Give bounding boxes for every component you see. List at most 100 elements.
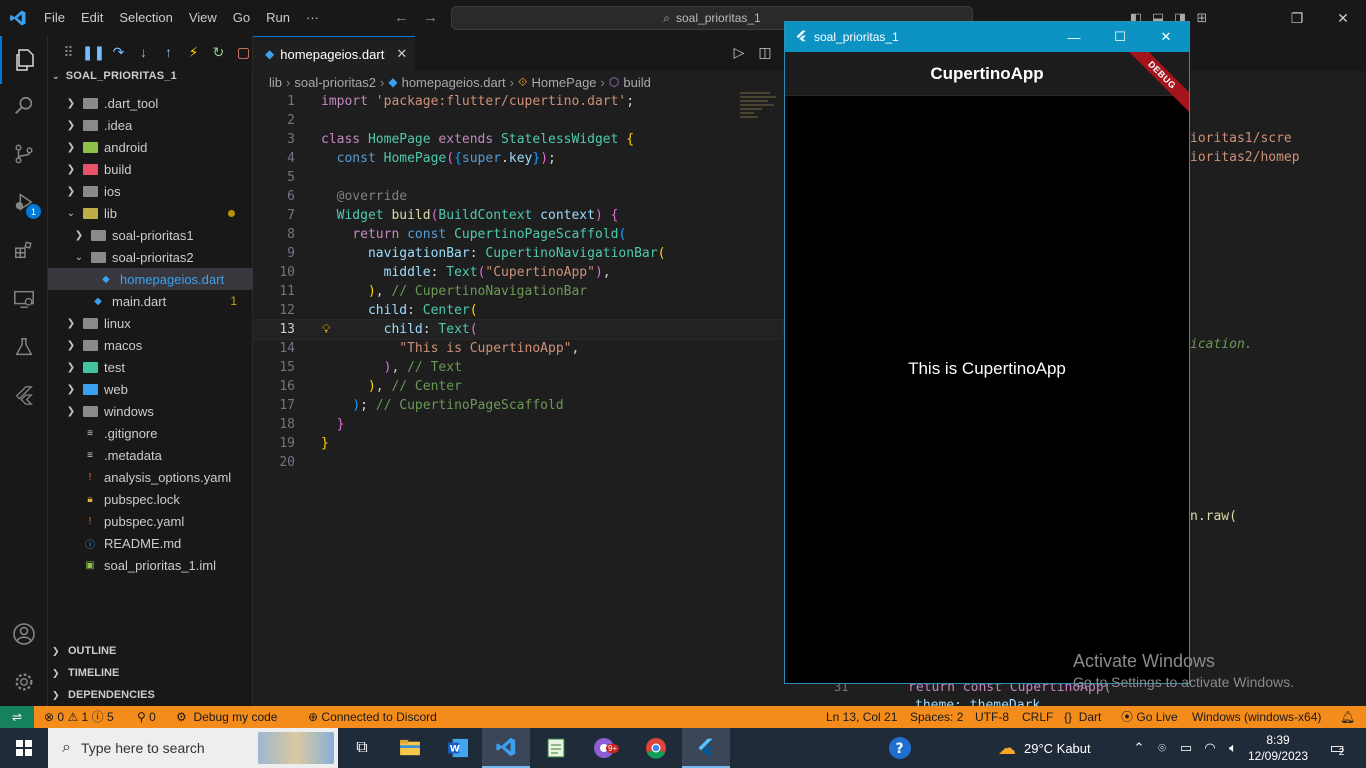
- dependencies-section[interactable]: ❯ DEPENDENCIES: [52, 684, 155, 706]
- indentation[interactable]: Spaces: 2: [910, 706, 963, 728]
- account-icon[interactable]: [0, 610, 48, 658]
- forward-arrow-icon[interactable]: →: [423, 9, 438, 26]
- drag-handle-icon[interactable]: ⠿: [56, 44, 81, 61]
- tree-item-lib[interactable]: ⌄ lib: [48, 202, 253, 224]
- start-button[interactable]: [0, 728, 48, 768]
- minimize-window-icon[interactable]: —: [1051, 30, 1097, 45]
- menu-run[interactable]: Run: [258, 0, 298, 36]
- code-line[interactable]: 3 class HomePage extends StatelessWidget …: [253, 130, 783, 149]
- tree-item-build[interactable]: ❯ build: [48, 158, 253, 180]
- taskbar-search-box[interactable]: ⌕ Type here to search: [48, 728, 338, 768]
- breadcrumb-lib[interactable]: lib: [269, 75, 282, 90]
- tree-item-analysis-options-yaml[interactable]: ! analysis_options.yaml: [48, 466, 253, 488]
- close-tab-icon[interactable]: ✕: [396, 46, 407, 62]
- battery-icon[interactable]: ▭: [1174, 740, 1198, 756]
- restart-icon[interactable]: ↻: [206, 44, 231, 61]
- tree-item-windows[interactable]: ❯ windows: [48, 400, 253, 422]
- code-line[interactable]: 6 @override: [253, 187, 783, 206]
- close-window-icon[interactable]: ✕: [1320, 10, 1366, 27]
- customize-layout-icon[interactable]: ⊞: [1191, 10, 1213, 26]
- menu-file[interactable]: File: [36, 0, 73, 36]
- weather-widget[interactable]: ☁ 29°C Kabut: [998, 728, 1091, 768]
- code-line[interactable]: 17 ); // CupertinoPageScaffold: [253, 396, 783, 415]
- tree-item-metadata[interactable]: ≡ .metadata: [48, 444, 253, 466]
- cursor-position[interactable]: Ln 13, Col 21: [826, 706, 897, 728]
- file-explorer-icon[interactable]: [386, 728, 434, 768]
- step-over-icon[interactable]: ↷: [106, 44, 131, 61]
- breadcrumb-class[interactable]: HomePage: [531, 75, 596, 90]
- flutter-icon[interactable]: [0, 371, 48, 419]
- step-out-icon[interactable]: ↑: [156, 44, 181, 60]
- go-live-button[interactable]: ⦿ Go Live: [1121, 706, 1178, 728]
- code-line[interactable]: 15 ), // Text: [253, 358, 783, 377]
- settings-gear-icon[interactable]: [0, 658, 48, 706]
- tree-item-pubspec-lock[interactable]: 🔒︎ pubspec.lock: [48, 488, 253, 510]
- breadcrumb-method[interactable]: build: [623, 75, 650, 90]
- search-icon[interactable]: [0, 82, 48, 130]
- flutter-window-titlebar[interactable]: soal_prioritas_1 — ☐ ✕: [785, 22, 1189, 52]
- tree-item-readme-md[interactable]: ⓘ README.md: [48, 532, 253, 554]
- tree-item-macos[interactable]: ❯ macos: [48, 334, 253, 356]
- split-editor-icon[interactable]: ◫: [752, 44, 778, 61]
- end-of-line[interactable]: CRLF: [1022, 706, 1053, 728]
- notepad-icon[interactable]: [532, 728, 580, 768]
- tree-item-soal-prioritas-1-iml[interactable]: ▣ soal_prioritas_1.iml: [48, 554, 253, 576]
- maximize-window-icon[interactable]: ☐: [1097, 29, 1143, 45]
- encoding[interactable]: UTF-8: [975, 706, 1009, 728]
- code-line[interactable]: 13 child: Text(💡︎: [252, 319, 784, 340]
- ports-indicator[interactable]: ⚲ 0: [137, 706, 156, 728]
- menu-edit[interactable]: Edit: [73, 0, 111, 36]
- flutter-app-taskbar-icon[interactable]: [682, 728, 730, 768]
- problems-indicator[interactable]: ⊗ 0 ⚠ 1 ⓘ 5: [44, 706, 114, 728]
- timeline-section[interactable]: ❯ TIMELINE: [52, 662, 119, 684]
- code-line[interactable]: 1 import 'package:flutter/cupertino.dart'…: [253, 92, 783, 111]
- extensions-icon[interactable]: [0, 226, 48, 274]
- tree-item-ios[interactable]: ❯ ios: [48, 180, 253, 202]
- code-line[interactable]: 12 child: Center(: [253, 301, 783, 320]
- tree-item-linux[interactable]: ❯ linux: [48, 312, 253, 334]
- tree-item-main-dart[interactable]: ◆ main.dart 1: [48, 290, 253, 312]
- testing-icon[interactable]: [0, 323, 48, 371]
- flutter-device[interactable]: Windows (windows-x64): [1192, 706, 1321, 728]
- meet-now-icon[interactable]: ⌾: [1150, 740, 1174, 756]
- tree-item-test[interactable]: ❯ test: [48, 356, 253, 378]
- tree-item-dart-tool[interactable]: ❯ .dart_tool: [48, 92, 253, 114]
- help-icon[interactable]: ?: [876, 728, 924, 768]
- run-file-icon[interactable]: ▷: [726, 44, 752, 61]
- code-line[interactable]: 18 }: [253, 415, 783, 434]
- vscode-taskbar-icon[interactable]: [482, 728, 530, 768]
- show-hidden-icons-icon[interactable]: ⌃: [1128, 740, 1150, 756]
- tab-homepageios[interactable]: ◆ homepageios.dart ✕: [253, 36, 415, 71]
- breadcrumb-file[interactable]: homepageios.dart: [402, 75, 506, 90]
- code-line[interactable]: 8 return const CupertinoPageScaffold(: [253, 225, 783, 244]
- tree-item-soal-prioritas2[interactable]: ⌄ soal-prioritas2: [48, 246, 253, 268]
- tree-item-soal-prioritas1[interactable]: ❯ soal-prioritas1: [48, 224, 253, 246]
- wifi-icon[interactable]: ◠: [1198, 740, 1222, 756]
- source-control-icon[interactable]: [0, 130, 48, 178]
- explorer-icon[interactable]: [0, 36, 48, 84]
- restore-window-icon[interactable]: ❐: [1274, 10, 1320, 27]
- discord-status[interactable]: ⊕ Connected to Discord: [308, 706, 437, 728]
- code-line[interactable]: 7 Widget build(BuildContext context) {: [253, 206, 783, 225]
- menu-more[interactable]: ···: [298, 0, 327, 36]
- task-view-icon[interactable]: ⧉: [338, 728, 386, 768]
- code-line[interactable]: 14 "This is CupertinoApp",: [253, 339, 783, 358]
- code-line[interactable]: 11 ), // CupertinoNavigationBar: [253, 282, 783, 301]
- step-into-icon[interactable]: ↓: [131, 44, 156, 60]
- chrome-icon[interactable]: [632, 728, 680, 768]
- volume-icon[interactable]: 🔈︎: [1222, 740, 1244, 756]
- outline-section[interactable]: ❯ OUTLINE: [52, 640, 116, 662]
- lightbulb-icon[interactable]: 💡︎: [322, 320, 330, 339]
- menu-selection[interactable]: Selection: [111, 0, 180, 36]
- tree-item-gitignore[interactable]: ≡ .gitignore: [48, 422, 253, 444]
- tree-item-web[interactable]: ❯ web: [48, 378, 253, 400]
- word-icon[interactable]: W: [434, 728, 482, 768]
- notifications-bell-icon[interactable]: 🔔︎: [1340, 706, 1355, 728]
- minimap[interactable]: [740, 92, 782, 132]
- tree-item-pubspec-yaml[interactable]: ! pubspec.yaml: [48, 510, 253, 532]
- breadcrumb-soal-prioritas2[interactable]: soal-prioritas2: [294, 75, 376, 90]
- code-line[interactable]: 2: [253, 111, 783, 130]
- code-line[interactable]: 4 const HomePage({super.key});: [253, 149, 783, 168]
- close-window-icon[interactable]: ✕: [1143, 29, 1189, 45]
- clock[interactable]: 8:39 12/09/2023: [1248, 728, 1308, 768]
